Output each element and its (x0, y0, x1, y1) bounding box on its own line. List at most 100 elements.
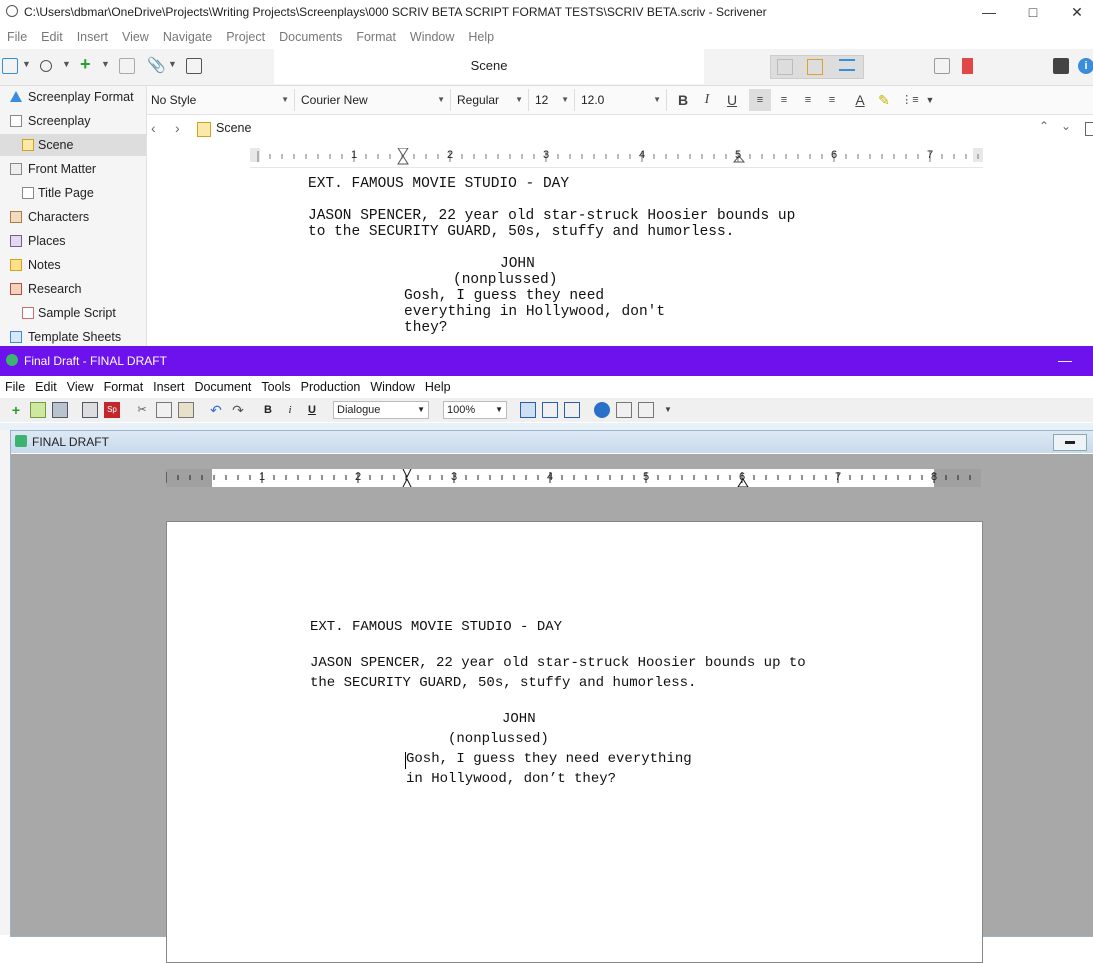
back-arrow-icon[interactable]: ‹ (151, 120, 156, 136)
justify-button[interactable]: ≡ (797, 89, 819, 111)
normal-view-icon[interactable] (520, 402, 536, 418)
line-spacing-select[interactable]: 12.0 ▼ (577, 89, 667, 111)
scriv-menu-window[interactable]: Window (403, 26, 461, 48)
corkboard-view-icon[interactable] (807, 59, 823, 75)
font-size-select[interactable]: 12 ▼ (531, 89, 575, 111)
search-icon[interactable] (40, 60, 52, 72)
outliner-view-icon[interactable] (839, 59, 855, 71)
fd-menu-edit[interactable]: Edit (30, 377, 62, 397)
minimize-document-button[interactable]: ▬ (1053, 434, 1087, 451)
parenthetical[interactable]: (nonplussed) (448, 731, 549, 747)
action-line[interactable]: to the SECURITY GUARD, 50s, stuffy and h… (308, 224, 734, 240)
dialogue-line[interactable]: everything in Hollywood, don't (404, 304, 665, 320)
paperclip-icon[interactable]: 📎 (147, 56, 166, 74)
scrivener-ruler[interactable]: 1 2 3 4 5 6 7 (250, 147, 1027, 169)
script-page[interactable]: EXT. FAMOUS MOVIE STUDIO - DAY JASON SPE… (166, 521, 983, 963)
copy-icon[interactable] (156, 402, 172, 418)
character-name[interactable]: JOHN (500, 256, 535, 272)
single-doc-view-icon[interactable] (777, 59, 793, 75)
bold-button[interactable]: B (260, 402, 276, 418)
split-editor-icon[interactable] (1085, 122, 1093, 136)
underline-button[interactable]: U (304, 402, 320, 418)
edit-note-icon[interactable] (186, 58, 202, 74)
scene-view-icon[interactable] (638, 402, 654, 418)
binder-item-scene[interactable]: Scene (0, 134, 146, 156)
minimize-button[interactable]: — (974, 2, 1004, 22)
scriv-menu-format[interactable]: Format (349, 26, 403, 48)
bold-button[interactable]: B (672, 89, 694, 111)
binder-item-front-matter[interactable]: Front Matter (0, 158, 146, 180)
underline-button[interactable]: U (721, 89, 743, 111)
info-icon[interactable]: i (1078, 58, 1093, 74)
scriv-menu-help[interactable]: Help (461, 26, 501, 48)
align-left-button[interactable]: ≡ (749, 89, 771, 111)
scriv-menu-view[interactable]: View (115, 26, 156, 48)
scriv-menu-insert[interactable]: Insert (70, 26, 115, 48)
bookmark-icon[interactable] (962, 58, 973, 74)
paste-icon[interactable] (178, 402, 194, 418)
action-line[interactable]: JASON SPENCER, 22 year old star-struck H… (310, 655, 806, 671)
scene-heading[interactable]: EXT. FAMOUS MOVIE STUDIO - DAY (308, 176, 569, 192)
print-icon[interactable] (82, 402, 98, 418)
next-doc-icon[interactable]: ⌄ (1061, 119, 1071, 133)
insert-icon[interactable] (616, 402, 632, 418)
binder-item-template-sheets[interactable]: Template Sheets (0, 326, 146, 348)
spellcheck-icon[interactable]: Sp (104, 402, 120, 418)
add-icon[interactable]: + (80, 54, 96, 74)
chevron-down-icon[interactable]: ▼ (168, 59, 184, 75)
align-right-button[interactable]: ≡ (821, 89, 843, 111)
share-icon[interactable] (934, 58, 950, 74)
font-select[interactable]: Courier New ▼ (297, 89, 451, 111)
compose-icon[interactable] (1053, 58, 1069, 74)
binder-item-research[interactable]: Research (0, 278, 146, 300)
redo-icon[interactable]: ↷ (230, 402, 246, 418)
list-icon[interactable]: ⋮≡ (899, 89, 921, 111)
dialogue-line[interactable]: Gosh, I guess they need (404, 288, 604, 304)
binder-item-title-page[interactable]: Title Page (0, 182, 146, 204)
binder-item-screenplay[interactable]: Screenplay (0, 110, 146, 132)
binder-toggle-icon[interactable] (2, 58, 18, 74)
element-style-select[interactable]: Dialogue ▼ (333, 401, 429, 419)
split-view-icon[interactable] (564, 402, 580, 418)
fd-menu-tools[interactable]: Tools (256, 377, 295, 397)
chevron-down-icon[interactable]: ▼ (919, 89, 941, 111)
dialogue-line[interactable]: in Hollywood, don’t they? (406, 771, 616, 787)
new-document-icon[interactable]: + (8, 402, 24, 418)
toolbar-overflow-icon[interactable]: ▼ (660, 402, 676, 418)
binder-item-characters[interactable]: Characters (0, 206, 146, 228)
parenthetical[interactable]: (nonplussed) (453, 272, 557, 288)
binder-item-notes[interactable]: Notes (0, 254, 146, 276)
cut-icon[interactable]: ✂ (134, 402, 150, 418)
chevron-down-icon[interactable]: ▼ (101, 59, 117, 75)
maximize-button[interactable]: □ (1018, 2, 1048, 22)
save-icon[interactable] (52, 402, 68, 418)
scriv-menu-navigate[interactable]: Navigate (156, 26, 219, 48)
scrivener-editor[interactable]: EXT. FAMOUS MOVIE STUDIO - DAY JASON SPE… (147, 170, 1093, 346)
fd-menu-production[interactable]: Production (296, 377, 366, 397)
style-select[interactable]: No Style ▼ (147, 89, 295, 111)
fd-menu-format[interactable]: Format (99, 377, 149, 397)
highlight-icon[interactable]: ✎ (873, 89, 895, 111)
action-line[interactable]: JASON SPENCER, 22 year old star-struck H… (308, 208, 795, 224)
zoom-select[interactable]: 100% ▼ (443, 401, 507, 419)
fd-menu-file[interactable]: File (0, 377, 30, 397)
action-line[interactable]: the SECURITY GUARD, 50s, stuffy and humo… (310, 675, 696, 691)
chevron-down-icon[interactable]: ▼ (22, 59, 38, 75)
scriv-menu-project[interactable]: Project (219, 26, 272, 48)
fd-menu-window[interactable]: Window (365, 377, 419, 397)
fd-menu-document[interactable]: Document (189, 377, 256, 397)
scene-heading[interactable]: EXT. FAMOUS MOVIE STUDIO - DAY (310, 619, 562, 635)
dialogue-line[interactable]: they? (404, 320, 448, 336)
forward-arrow-icon[interactable]: › (175, 120, 180, 136)
dialogue-line[interactable]: Gosh, I guess they need everything (406, 751, 692, 767)
scriv-menu-documents[interactable]: Documents (272, 26, 349, 48)
fd-menu-view[interactable]: View (62, 377, 99, 397)
binder-item-sample-script[interactable]: Sample Script (0, 302, 146, 324)
open-icon[interactable] (30, 402, 46, 418)
italic-button[interactable]: i (282, 402, 298, 418)
close-button[interactable]: ✕ (1062, 2, 1092, 22)
font-weight-select[interactable]: Regular ▼ (453, 89, 529, 111)
navigator-icon[interactable] (594, 402, 610, 418)
fd-menu-help[interactable]: Help (420, 377, 456, 397)
scriv-menu-edit[interactable]: Edit (34, 26, 70, 48)
